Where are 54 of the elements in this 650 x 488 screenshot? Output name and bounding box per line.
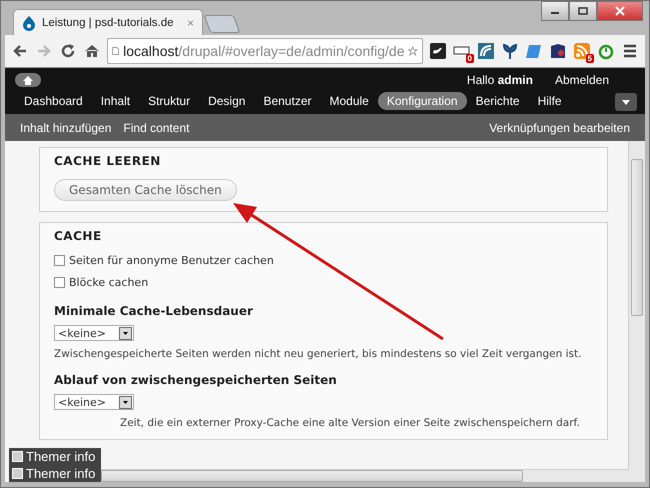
menu-item[interactable]: Struktur xyxy=(139,92,200,110)
dropdown[interactable]: <keine> xyxy=(54,394,134,410)
field-description: Zwischengespeicherte Seiten werden nicht neu generiert, bis mindestens so viel Zeit vergangen ist. xyxy=(54,348,582,360)
close-icon xyxy=(615,6,625,16)
menu-icon[interactable] xyxy=(621,42,639,60)
home-button[interactable] xyxy=(15,73,41,87)
menu-item[interactable]: Berichte xyxy=(466,92,529,110)
fieldset-legend: CACHE LEEREN xyxy=(54,154,593,168)
close-button[interactable] xyxy=(597,1,643,21)
page-icon xyxy=(112,44,120,58)
star-icon[interactable] xyxy=(408,43,418,59)
shortcut-link[interactable]: Inhalt hinzufügen xyxy=(20,120,112,134)
browser-tab[interactable]: Leistung | psd-tutorials.de × xyxy=(13,9,203,35)
drop-icon xyxy=(22,14,36,30)
menu-item[interactable]: Konfiguration xyxy=(378,92,467,110)
logout-link[interactable]: Abmelden xyxy=(554,73,609,87)
menu-item[interactable]: Module xyxy=(320,92,378,110)
home-icon[interactable] xyxy=(83,42,101,60)
checkbox[interactable] xyxy=(54,255,65,266)
maximize-icon xyxy=(578,7,588,15)
menu-item[interactable]: Inhalt xyxy=(92,92,140,110)
themer-info-toggle[interactable]: Themer info xyxy=(9,465,102,482)
dropdown[interactable]: <keine> xyxy=(54,325,134,341)
notification-badge: 0 xyxy=(466,54,474,63)
menu-item[interactable]: Design xyxy=(199,92,254,110)
address-field[interactable]: localhost/drupal/#overlay=de/admin/config/de xyxy=(107,38,423,64)
shortcut-link[interactable]: Find content xyxy=(123,120,190,134)
themer-info-toggle[interactable]: Themer info xyxy=(9,448,102,465)
reload-icon[interactable] xyxy=(59,42,77,60)
menu-item[interactable]: Dashboard xyxy=(15,92,92,110)
toggle-button[interactable] xyxy=(615,93,637,111)
extension-icon[interactable] xyxy=(429,42,447,60)
checkbox[interactable] xyxy=(54,277,65,288)
home-icon xyxy=(23,76,33,84)
edit-shortcuts-link[interactable]: Verknüpfungen bearbeiten xyxy=(489,120,630,134)
extension-icon[interactable] xyxy=(549,42,567,60)
fieldset-legend: CACHE xyxy=(54,229,593,243)
extension-icon[interactable]: 5 xyxy=(573,42,591,60)
field-label: Ablauf von zwischengespeicherten Seiten xyxy=(54,373,338,387)
menu-item[interactable]: Hilfe xyxy=(528,92,571,110)
notification-badge: 5 xyxy=(586,54,594,63)
maximize-button[interactable] xyxy=(569,1,597,21)
minimize-button[interactable] xyxy=(541,1,569,21)
checkbox-label: Blöcke cachen xyxy=(69,276,148,289)
clear-cache-button[interactable]: Gesamten Cache löschen xyxy=(54,179,237,201)
extension-icon[interactable] xyxy=(501,42,519,60)
vertical-scrollbar[interactable] xyxy=(628,141,645,482)
checkbox-label: Seiten für anonyme Benutzer cachen xyxy=(69,254,274,267)
caret-icon xyxy=(622,100,630,104)
menu-item[interactable]: Benutzer xyxy=(254,92,320,110)
greeting-text: Hallo admin xyxy=(466,73,533,87)
field-description: Zeit, die ein externer Proxy-Cache eine alte Version einer Seite zwischenspeichern darf. xyxy=(120,417,580,429)
field-label: Minimale Cache-Lebensdauer xyxy=(54,304,254,318)
horizontal-scrollbar[interactable] xyxy=(101,469,629,482)
